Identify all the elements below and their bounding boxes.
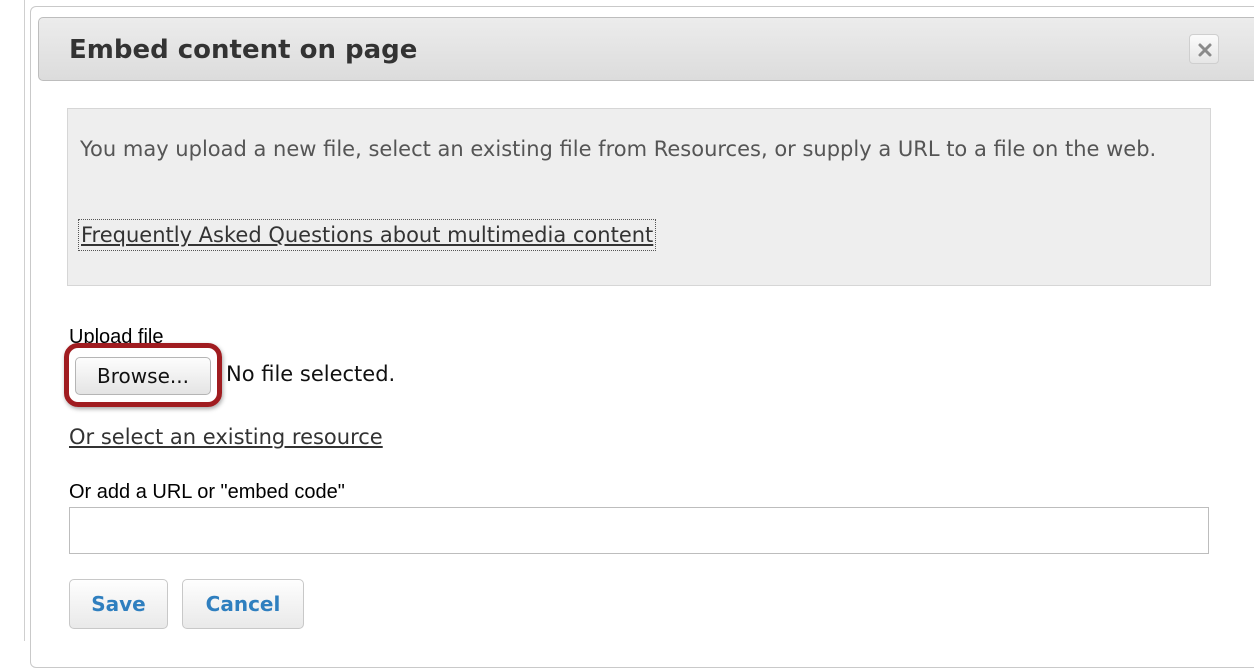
select-existing-resource-link[interactable]: Or select an existing resource xyxy=(69,425,383,449)
faq-link[interactable]: Frequently Asked Questions about multime… xyxy=(78,219,657,251)
browse-button[interactable]: Browse... xyxy=(75,357,211,395)
dialog-titlebar[interactable]: Embed content on page xyxy=(38,17,1254,81)
close-icon xyxy=(1198,43,1212,57)
cancel-button[interactable]: Cancel xyxy=(182,579,304,629)
page-edge-line xyxy=(24,0,25,641)
save-button[interactable]: Save xyxy=(69,579,168,629)
dialog-title: Embed content on page xyxy=(69,35,418,65)
info-text: You may upload a new file, select an exi… xyxy=(80,137,1157,161)
info-panel: You may upload a new file, select an exi… xyxy=(67,108,1211,286)
file-status-text: No file selected. xyxy=(226,362,396,386)
url-embed-label: Or add a URL or "embed code" xyxy=(69,481,345,503)
url-embed-input[interactable] xyxy=(69,507,1209,554)
close-button[interactable] xyxy=(1189,34,1219,64)
embed-dialog xyxy=(30,6,1254,668)
